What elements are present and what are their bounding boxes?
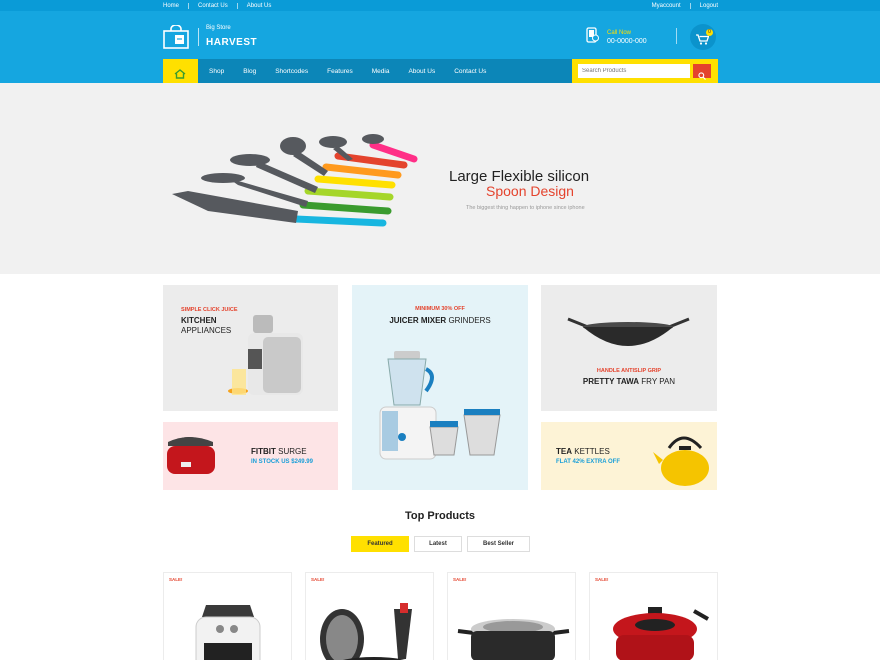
shopping-bag-logo-icon: [163, 24, 191, 49]
logo-tagline: Big Store: [206, 25, 231, 31]
hero-subtitle: Spoon Design: [486, 183, 574, 199]
product-card[interactable]: SALE!: [447, 572, 576, 660]
search-box: [572, 59, 718, 83]
banner-title-rest: KETTLES: [574, 447, 610, 456]
my-account-link[interactable]: Myaccount: [652, 3, 681, 9]
product-card[interactable]: SALE!: [163, 572, 292, 660]
nav-item-media[interactable]: Media: [372, 68, 390, 75]
banner-title: JUICER MIXER GRINDERS: [352, 316, 528, 325]
banner-title-bold: TEA: [556, 447, 572, 456]
hero-caption: The biggest thing happen to iphone since…: [466, 205, 585, 211]
banner-title: TEA KETTLES: [556, 447, 610, 456]
tab-best-seller[interactable]: Best Seller: [467, 536, 530, 552]
banner-title-rest: FRY PAN: [641, 377, 676, 386]
logo-text: Big Store HARVEST: [206, 24, 257, 50]
banner-tag: MINIMUM 30% OFF: [415, 306, 465, 312]
call-label: Call Now: [607, 29, 632, 36]
nav-home-button[interactable]: [163, 59, 198, 83]
home-icon: [174, 66, 186, 84]
nav-item-contact[interactable]: Contact Us: [454, 68, 486, 75]
banner-title-bold: FITBIT: [251, 447, 276, 456]
divider: [689, 2, 691, 9]
divider: [676, 28, 677, 44]
mixer-grinder-image: [379, 351, 501, 460]
banner-tea-kettles[interactable]: TEA KETTLES FLAT 42% EXTRA OFF: [541, 422, 717, 490]
sale-badge: SALE!: [169, 577, 183, 582]
section-title: Top Products: [404, 510, 476, 522]
fry-pan-image: [567, 317, 690, 346]
product-card[interactable]: SALE!: [589, 572, 718, 660]
nav-item-about[interactable]: About Us: [408, 68, 435, 75]
page: Home Contact Us About Us Myaccount Logou…: [0, 0, 880, 660]
call-number: 00-0000-000: [607, 37, 647, 45]
tea-kettle-image: [653, 436, 709, 486]
divider: [188, 2, 190, 9]
call-now: Call Now 00-0000-000: [585, 27, 647, 48]
cart-button[interactable]: 0: [690, 24, 716, 50]
tab-featured[interactable]: Featured: [351, 536, 409, 552]
product-card[interactable]: SALE!: [305, 572, 434, 660]
nav-bar: Shop Blog Shortcodes Features Media Abou…: [163, 59, 718, 83]
product-tabs: Featured Latest Best Seller: [351, 536, 535, 552]
top-links: Home Contact Us About Us: [163, 2, 272, 9]
site-logo[interactable]: Big Store HARVEST: [163, 24, 257, 50]
slow-cooker-image: [167, 437, 215, 474]
sale-badge: SALE!: [311, 577, 325, 582]
juicer-image: [228, 315, 303, 395]
divider: [236, 2, 238, 9]
banner-title-rest: SURGE: [278, 447, 307, 456]
header: Big Store HARVEST Call Now 00-0000-000 0: [0, 11, 880, 59]
banner-title-rest: GRINDERS: [448, 316, 491, 325]
banner-title: FITBIT SURGE: [251, 447, 307, 456]
logo-name: HARVEST: [206, 37, 258, 48]
banner-offer: FLAT 42% EXTRA OFF: [556, 459, 621, 465]
top-link-about[interactable]: About Us: [247, 3, 272, 9]
banner-title: PRETTY TAWA FRY PAN: [541, 377, 717, 386]
banner-juicer-mixer[interactable]: MINIMUM 30% OFF JUICER MIXER GRINDERS: [352, 285, 528, 490]
nav-items: Shop Blog Shortcodes Features Media Abou…: [198, 59, 494, 83]
phone-icon: [585, 27, 599, 48]
search-input[interactable]: [578, 64, 690, 78]
product-image: [195, 605, 261, 660]
top-bar: Home Contact Us About Us Myaccount Logou…: [0, 0, 880, 11]
product-image: [320, 603, 412, 660]
nav-item-shop[interactable]: Shop: [209, 68, 224, 75]
sale-badge: SALE!: [453, 577, 467, 582]
hero-slider[interactable]: Large Flexible silicon Spoon Design The …: [0, 83, 880, 274]
nav-item-features[interactable]: Features: [327, 68, 353, 75]
cart-count-badge: 0: [706, 29, 713, 36]
banner-fitbit-surge[interactable]: FITBIT SURGE IN STOCK US $249.99: [163, 422, 338, 490]
sale-badge: SALE!: [595, 577, 609, 582]
banner-tag: HANDLE ANTISLIP GRIP: [596, 368, 662, 374]
banner-price: IN STOCK US $249.99: [251, 459, 313, 465]
banner-kitchen-appliances[interactable]: SIMPLE CLICK JUICE KITCHEN APPLIANCES: [163, 285, 338, 411]
top-link-home[interactable]: Home: [163, 3, 179, 9]
product-image: [613, 607, 709, 660]
nav-item-blog[interactable]: Blog: [243, 68, 256, 75]
logout-link[interactable]: Logout: [700, 3, 718, 9]
main-nav: Shop Blog Shortcodes Features Media Abou…: [0, 59, 880, 83]
product-image: [457, 619, 570, 660]
tab-latest[interactable]: Latest: [414, 536, 462, 552]
banner-title-bold: PRETTY TAWA: [582, 377, 640, 386]
spoon-set-image: [172, 134, 418, 227]
divider: [198, 28, 199, 46]
nav-item-shortcodes[interactable]: Shortcodes: [275, 68, 308, 75]
banner-title-bold: JUICER MIXER: [389, 316, 447, 325]
search-button[interactable]: [693, 64, 711, 80]
banner-pretty-tawa[interactable]: HANDLE ANTISLIP GRIP PRETTY TAWA FRY PAN: [541, 285, 717, 411]
top-link-contact[interactable]: Contact Us: [198, 3, 228, 9]
account-links: Myaccount Logout: [652, 2, 718, 9]
